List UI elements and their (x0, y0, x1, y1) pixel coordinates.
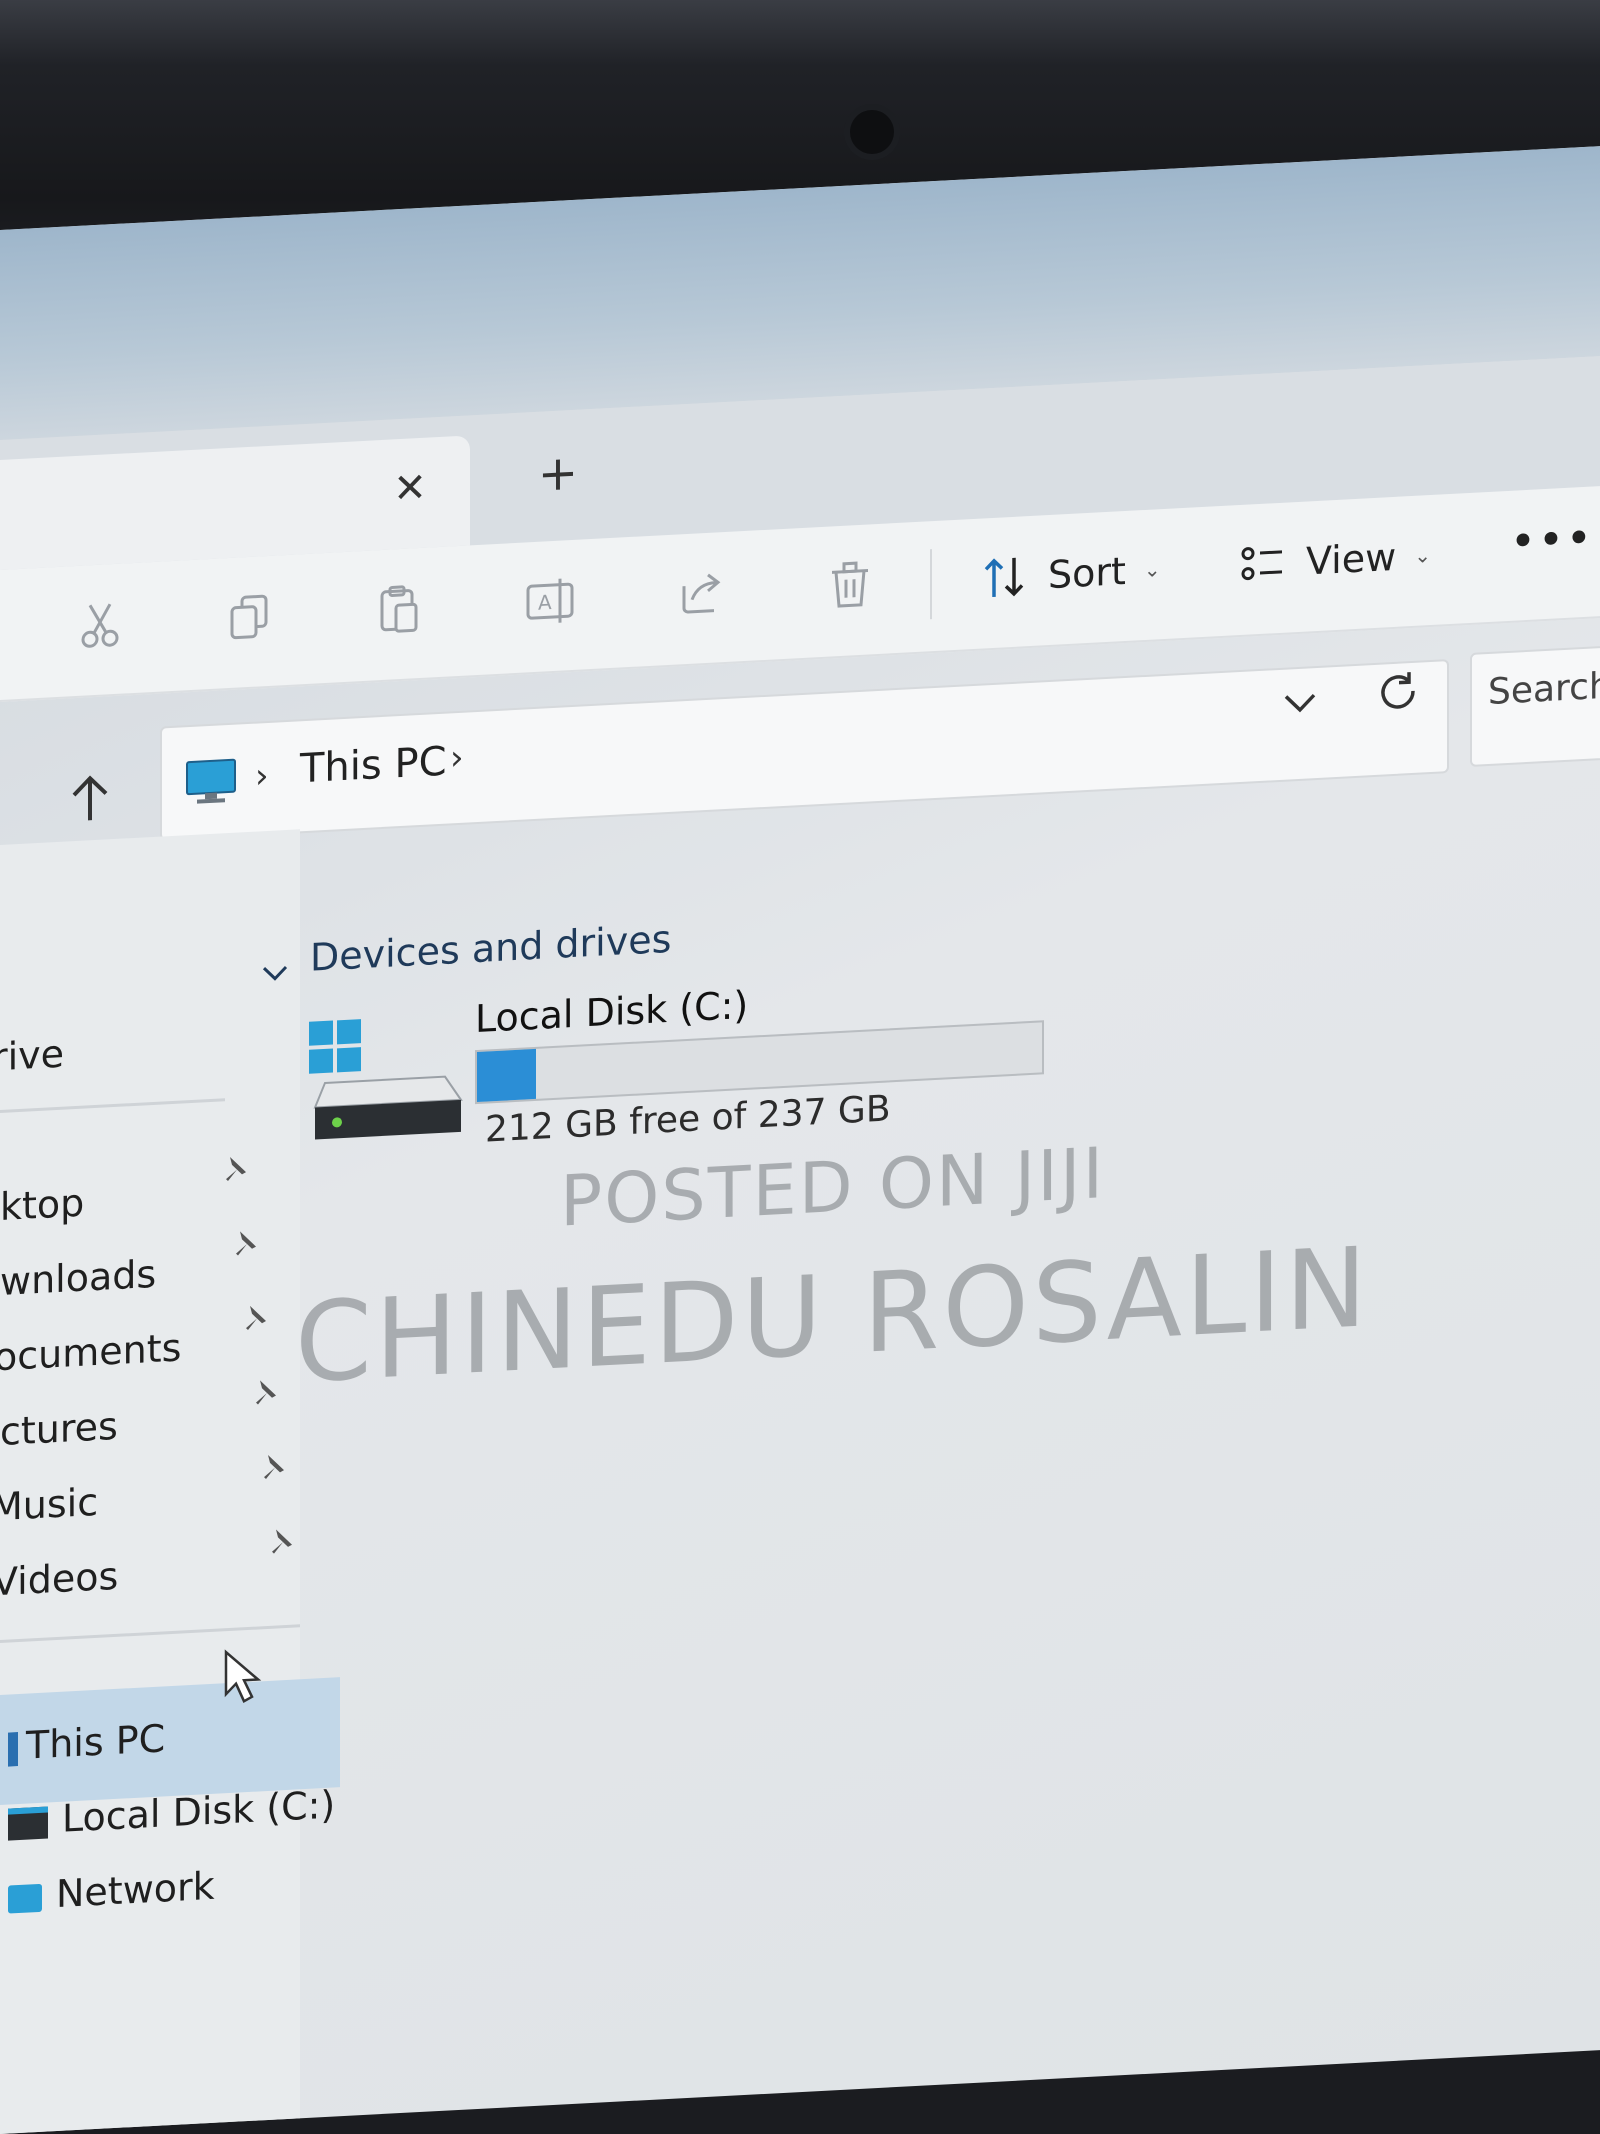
toolbar-separator (930, 549, 932, 620)
cut-button[interactable] (70, 593, 130, 656)
rename-icon: A (526, 578, 574, 623)
mouse-cursor-icon (224, 1649, 262, 1703)
nav-item-pictures[interactable]: ctures (0, 1404, 118, 1454)
delete-button[interactable] (820, 554, 880, 617)
view-label: View (1306, 534, 1397, 584)
breadcrumb-separator[interactable]: › (450, 738, 464, 779)
nav-item-music[interactable]: Music (0, 1480, 98, 1530)
rename-button[interactable]: A (520, 570, 580, 633)
sort-icon (984, 557, 1024, 597)
sort-button[interactable]: Sort ⌄ (980, 539, 1161, 608)
this-pc-label: This PC (8, 1716, 165, 1768)
cut-icon (81, 603, 119, 648)
pin-icon (256, 1380, 276, 1405)
copy-icon (230, 594, 268, 640)
breadcrumb-this-pc[interactable]: This PC (300, 739, 447, 793)
chevron-down-icon: ⌄ (1143, 557, 1161, 583)
drive-usage-fill (477, 1048, 537, 1103)
pin-icon (226, 1156, 246, 1182)
chevron-down-icon[interactable] (258, 955, 292, 991)
chevron-down-icon: ⌄ (1414, 543, 1431, 568)
network-icon (8, 1883, 42, 1914)
paste-button[interactable] (370, 577, 430, 640)
share-icon (682, 573, 721, 614)
watermark-line-1: POSTED ON JIJI (560, 1132, 1106, 1243)
group-title-devices-and-drives[interactable]: Devices and drives (310, 917, 671, 980)
network-text: Network (56, 1863, 215, 1917)
svg-text:A: A (538, 590, 552, 615)
breadcrumb-separator: › (255, 755, 269, 797)
this-pc-icon (8, 1731, 18, 1767)
file-explorer-window: ✕ + A Sort ⌄ View ⌄ ••• › This PC › Sear… (0, 146, 1600, 2134)
pin-icon (236, 1231, 256, 1256)
watermark-line-2: CHINEDU ROSALIN (295, 1223, 1371, 1408)
nav-item-downloads[interactable]: wnloads (0, 1252, 156, 1304)
chevron-down-icon[interactable] (1280, 681, 1320, 723)
webcam (850, 110, 894, 154)
search-input[interactable]: Search T (1488, 664, 1600, 713)
share-button[interactable] (670, 562, 730, 625)
sort-label: Sort (1048, 548, 1126, 598)
see-more-button[interactable]: ••• (1510, 512, 1594, 567)
this-pc-icon (186, 758, 236, 804)
refresh-icon[interactable] (1375, 668, 1421, 716)
paste-icon (380, 585, 418, 633)
close-tab-button[interactable]: ✕ (390, 465, 430, 513)
pin-icon (272, 1529, 292, 1554)
view-button[interactable]: View ⌄ (1238, 525, 1431, 595)
drive-name[interactable]: Local Disk (C:) (475, 983, 748, 1041)
nav-item-onedrive[interactable]: rive (0, 1032, 64, 1080)
pin-icon (264, 1454, 284, 1480)
this-pc-text: This PC (26, 1716, 166, 1768)
windows-drive-icon[interactable] (305, 1006, 465, 1144)
pin-icon (246, 1305, 266, 1331)
drive-icon (8, 1805, 48, 1841)
delete-icon (832, 561, 868, 608)
nav-item-videos[interactable]: Videos (0, 1554, 118, 1605)
view-icon (1241, 547, 1282, 581)
copy-button[interactable] (220, 585, 280, 648)
new-tab-button[interactable]: + (535, 445, 581, 503)
up-arrow-icon[interactable] (62, 769, 118, 828)
nav-item-desktop[interactable]: ktop (0, 1181, 84, 1229)
